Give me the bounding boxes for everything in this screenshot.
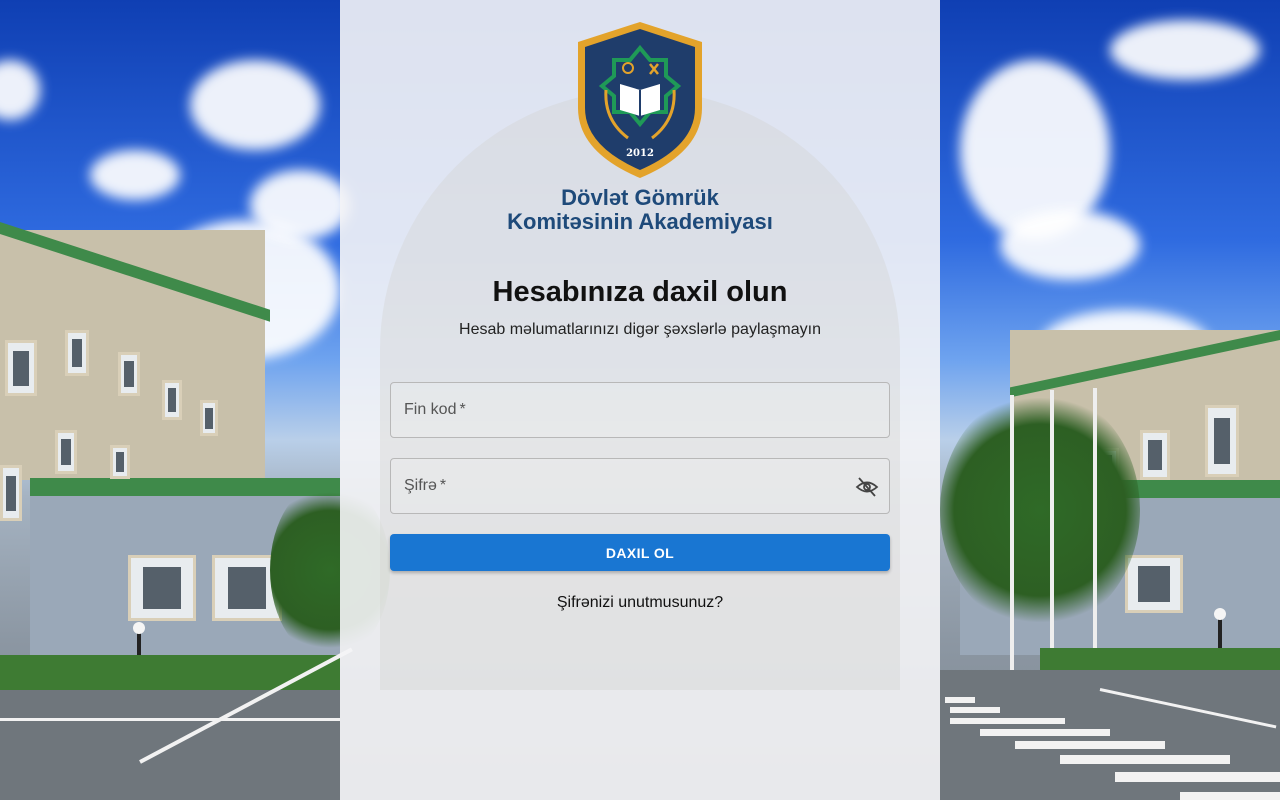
academy-logo: 2012 <box>578 22 702 178</box>
login-button[interactable]: DAXIL OL <box>390 534 890 571</box>
password-label: Şifrə * <box>404 477 447 494</box>
page-subtitle: Hesab məlumatlarınızı digər şəxslərlə pa… <box>459 321 821 338</box>
forgot-password-link[interactable]: Şifrənizi unutmusunuz? <box>340 594 940 612</box>
fin-code-field[interactable]: Fin kod * <box>390 382 890 438</box>
logo-year: 2012 <box>626 148 654 159</box>
page-title: Hesabınıza daxil olun <box>492 276 788 308</box>
eye-off-icon[interactable] <box>855 475 879 499</box>
password-field[interactable]: Şifrə * <box>390 458 890 514</box>
org-name-line1: Dövlət Gömrük <box>561 185 719 210</box>
fin-code-label: Fin kod * <box>404 401 466 418</box>
login-panel: 2012 Dövlət Gömrük Komitəsinin Akademiya… <box>340 0 940 800</box>
org-name-line2: Komitəsinin Akademiyası <box>507 209 773 234</box>
